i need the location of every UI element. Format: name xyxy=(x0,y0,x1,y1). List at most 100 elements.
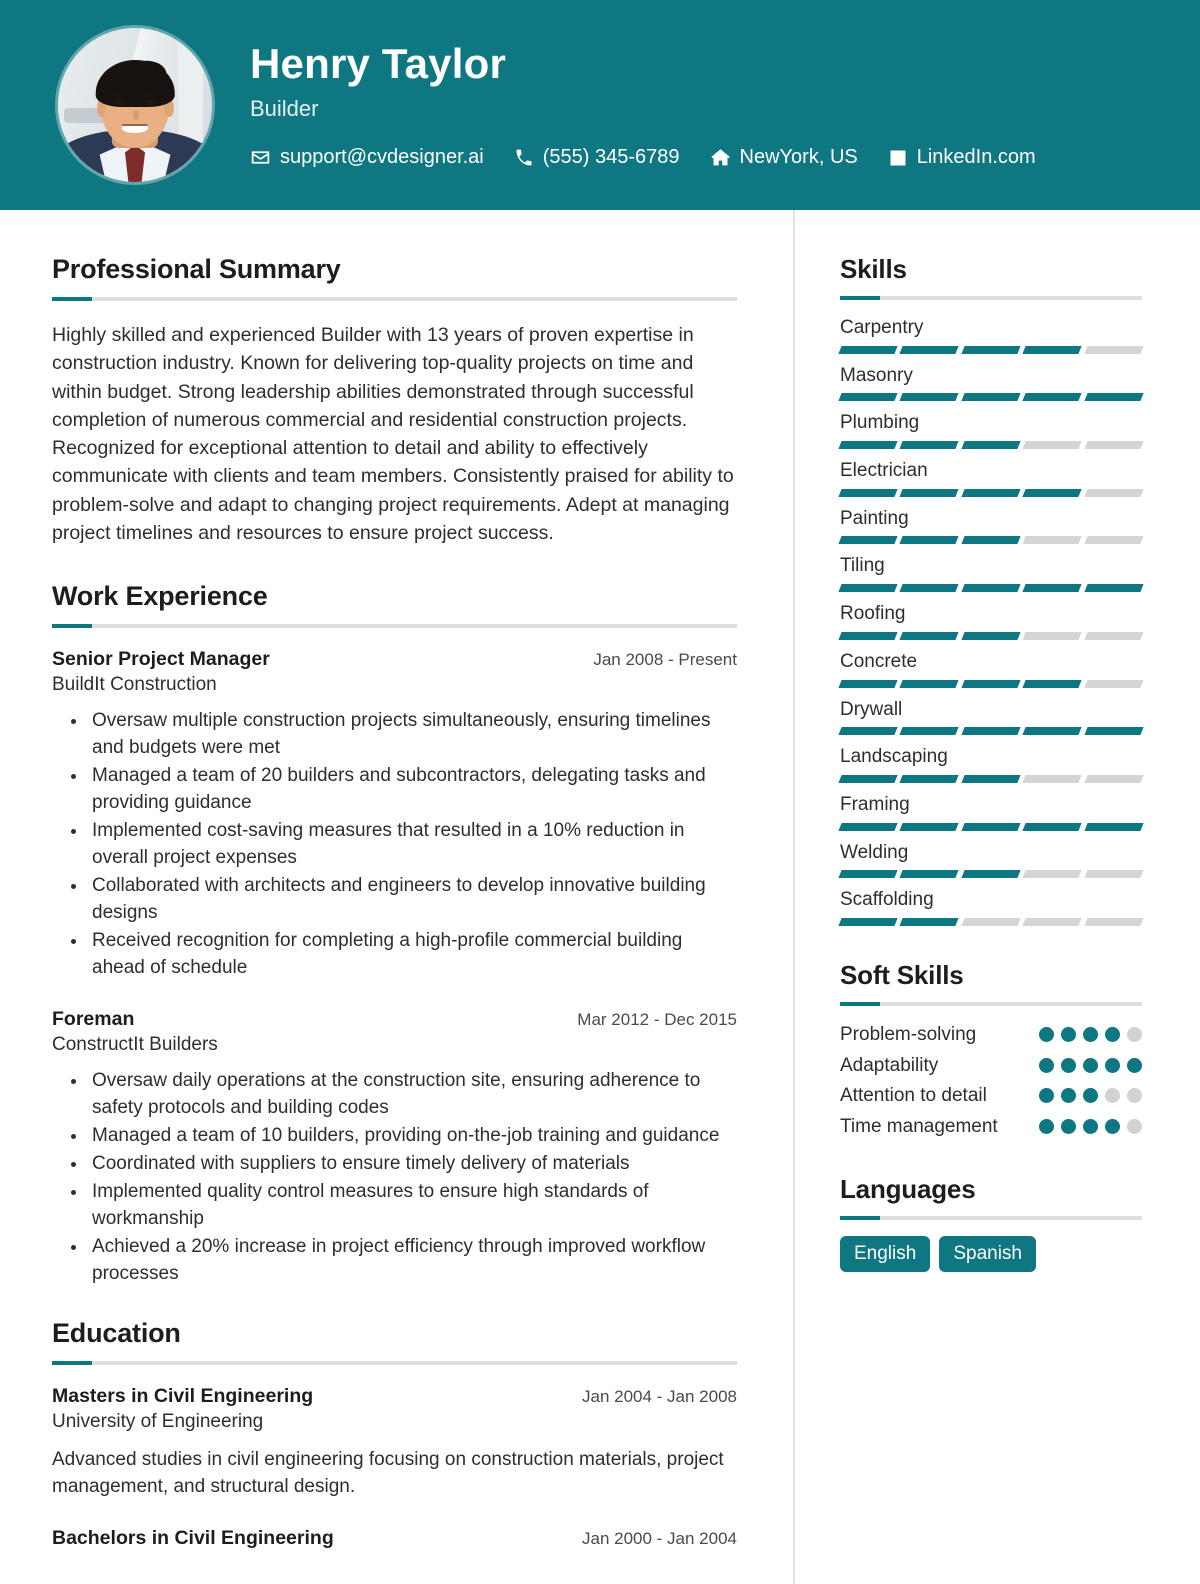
skill-segment xyxy=(961,727,1021,736)
section-divider xyxy=(52,1360,737,1365)
skill-segment xyxy=(1084,679,1144,688)
soft-skill-label: Time management xyxy=(840,1115,998,1137)
language-chip: Spanish xyxy=(939,1235,1036,1273)
skill-segment xyxy=(1084,441,1144,450)
rating-dot xyxy=(1039,1057,1054,1073)
skill-label: Landscaping xyxy=(840,746,948,768)
soft-skill-item: Attention to detail xyxy=(840,1083,1142,1109)
section-divider xyxy=(840,296,1142,300)
resume-page: Henry Taylor Builder support@cvdesigner.… xyxy=(0,0,1200,1584)
entry-header: Bachelors in Civil Engineering Jan 2000 -… xyxy=(52,1527,737,1550)
skill-level-bar xyxy=(838,870,1144,879)
contact-phone[interactable]: (555) 345-6789 xyxy=(514,146,680,169)
skill-item: Electrician xyxy=(838,459,1144,497)
soft-skill-rating xyxy=(1039,1114,1142,1134)
skill-segment xyxy=(1084,917,1144,926)
rating-dot xyxy=(1061,1026,1076,1042)
entry-role: Foreman xyxy=(52,1007,135,1030)
skill-segment xyxy=(838,584,899,593)
skill-segment xyxy=(838,441,899,450)
entry-description: Advanced studies in civil engineering fo… xyxy=(52,1448,724,1498)
skill-segment xyxy=(1084,870,1144,879)
section-skills: Skills Carpentry Masonry Plumbing Electrici… xyxy=(838,254,1144,926)
rating-dot xyxy=(1105,1118,1120,1134)
skill-label: Tiling xyxy=(840,555,885,577)
entry-bullets: Oversaw multiple construction projects s… xyxy=(52,708,737,982)
skill-label: Carpentry xyxy=(840,317,924,338)
bullet-item: Collaborated with architects and enginee… xyxy=(88,873,737,927)
skill-segment xyxy=(838,774,899,783)
entry-date: Jan 2004 - Jan 2008 xyxy=(581,1386,737,1406)
entry-company: ConstructIt Builders xyxy=(52,1033,218,1055)
skill-segment xyxy=(961,631,1021,640)
section-title-summary: Professional Summary xyxy=(52,254,341,284)
rating-dot xyxy=(1127,1118,1142,1134)
rating-dot xyxy=(1039,1088,1054,1104)
entry-role: Senior Project Manager xyxy=(52,648,270,671)
rating-dot xyxy=(1127,1026,1142,1042)
soft-skill-label: Adaptability xyxy=(840,1054,939,1076)
skill-item: Scaffolding xyxy=(838,888,1144,926)
section-title-skills: Skills xyxy=(840,254,907,284)
skill-level-bar xyxy=(838,536,1144,545)
contact-email[interactable]: support@cvdesigner.ai xyxy=(250,146,484,169)
skill-segment xyxy=(1084,584,1144,593)
skill-level-bar xyxy=(838,393,1144,402)
entry-date: Mar 2012 - Dec 2015 xyxy=(577,1009,737,1029)
skill-level-bar xyxy=(838,345,1144,354)
bullet-item: Received recognition for completing a hi… xyxy=(88,928,737,982)
section-title-soft-skills: Soft Skills xyxy=(840,959,964,990)
skill-segment xyxy=(1084,774,1144,783)
section-divider xyxy=(840,1215,1142,1220)
entry-header: Senior Project Manager Jan 2008 - Present xyxy=(52,648,737,671)
experience-list: Senior Project Manager Jan 2008 - Present… xyxy=(52,648,737,1287)
phone-icon xyxy=(514,148,534,168)
contact-linkedin[interactable]: LinkedIn.com xyxy=(888,146,1036,169)
skill-segment xyxy=(1022,631,1083,640)
skill-segment xyxy=(899,822,960,831)
soft-skill-item: Problem-solving xyxy=(840,1022,1142,1048)
section-divider xyxy=(52,297,737,301)
experience-entry: Foreman Mar 2012 - Dec 2015 ConstructIt Bu… xyxy=(52,1008,737,1288)
skills-list: Carpentry Masonry Plumbing Electrician Paint… xyxy=(838,316,1144,926)
education-entry: Bachelors in Civil Engineering Jan 2000 -… xyxy=(52,1527,737,1550)
skill-segment xyxy=(1084,536,1144,545)
skill-segment xyxy=(899,679,960,688)
rating-dot xyxy=(1039,1118,1054,1134)
skill-item: Carpentry xyxy=(838,316,1144,354)
rating-dot xyxy=(1061,1057,1076,1073)
skill-label: Masonry xyxy=(840,364,913,386)
section-divider xyxy=(840,1001,1142,1006)
skill-segment xyxy=(961,774,1021,783)
skill-level-bar xyxy=(838,679,1144,688)
skill-segment xyxy=(838,870,899,879)
section-divider xyxy=(52,624,737,629)
section-education: Education Masters in Civil Engineering Ja… xyxy=(52,1318,737,1550)
skill-item: Masonry xyxy=(838,364,1144,402)
section-title-education: Education xyxy=(52,1317,181,1348)
soft-skill-item: Adaptability xyxy=(840,1053,1142,1079)
skill-segment xyxy=(1022,441,1083,450)
rating-dot xyxy=(1083,1118,1098,1134)
skill-segment xyxy=(961,393,1021,402)
skill-segment xyxy=(899,870,960,879)
sidebar-column: Skills Carpentry Masonry Plumbing Electrici… xyxy=(795,210,1200,1584)
contact-location[interactable]: NewYork, US xyxy=(710,146,858,169)
soft-skill-rating xyxy=(1039,1022,1142,1042)
skill-segment xyxy=(838,393,899,402)
skill-segment xyxy=(838,345,899,354)
skill-segment xyxy=(1084,727,1144,736)
skill-item: Painting xyxy=(838,507,1144,545)
skill-segment xyxy=(1022,917,1083,926)
skill-segment xyxy=(899,393,960,402)
languages-list: English Spanish xyxy=(840,1235,1142,1273)
rating-dot xyxy=(1061,1088,1076,1104)
rating-dot xyxy=(1039,1026,1054,1042)
skill-level-bar xyxy=(838,584,1144,593)
skill-segment xyxy=(1022,822,1083,831)
skill-segment xyxy=(838,679,899,688)
section-title-experience: Work Experience xyxy=(52,581,268,612)
skill-segment xyxy=(1084,345,1144,354)
skill-level-bar xyxy=(838,441,1144,450)
education-list: Masters in Civil Engineering Jan 2004 - J… xyxy=(52,1385,737,1550)
